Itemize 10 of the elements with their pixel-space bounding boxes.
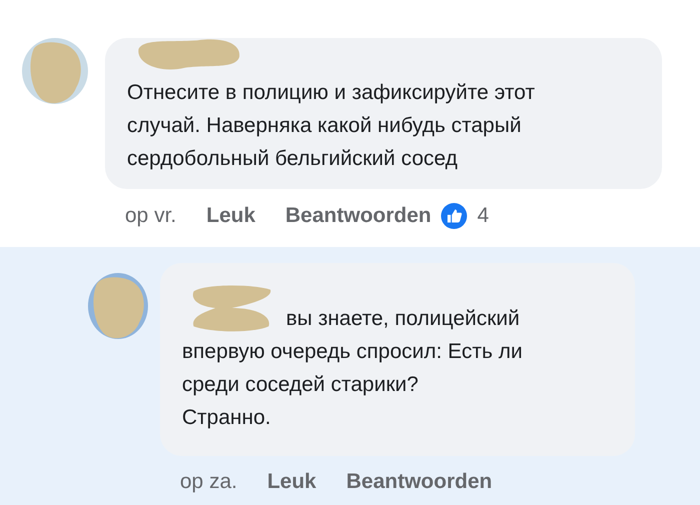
timestamp: op vr.: [125, 204, 176, 228]
thumbs-up-icon[interactable]: [441, 203, 468, 229]
reply-link[interactable]: Beantwoorden: [285, 204, 432, 228]
like-link[interactable]: Leuk: [206, 204, 256, 228]
reply-link[interactable]: Beantwoorden: [346, 470, 492, 494]
comment-text: Отнесите в полицию и зафиксируйте этот случай. Наверняка какой нибудь старый сердобольный бельгийский сосед: [127, 80, 536, 172]
like-link[interactable]: Leuk: [267, 470, 316, 494]
reaction-count: 4: [477, 204, 489, 228]
comment-text: вы знаете, полицейский впервую очередь спросил: Есть ли среди соседей старики? Странно.: [182, 283, 573, 434]
timestamp: op za.: [180, 470, 238, 494]
